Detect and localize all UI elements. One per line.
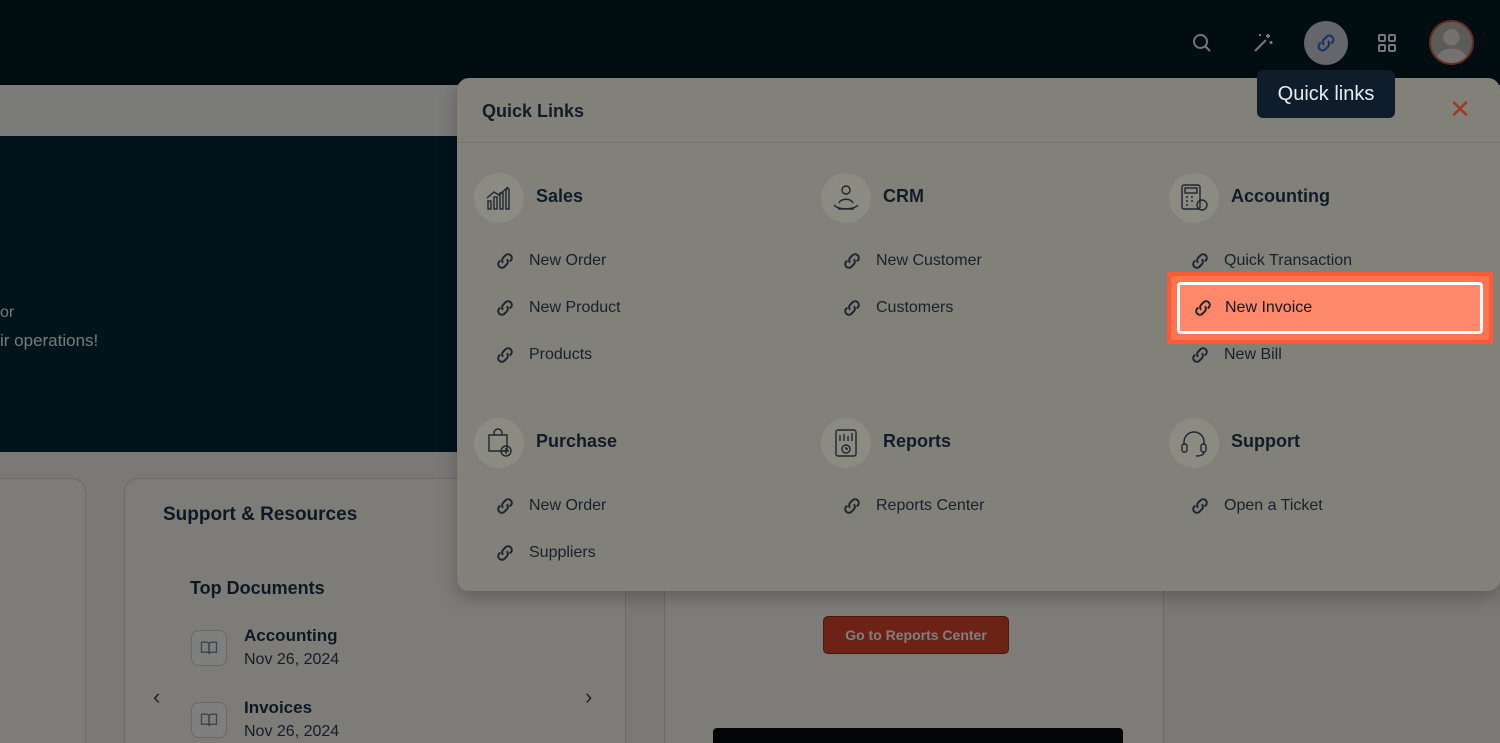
- link-icon: [1195, 300, 1211, 316]
- link-icon: [844, 300, 860, 316]
- quick-link-label: New Customer: [876, 252, 982, 269]
- welcome-banner: or ir operations!: [0, 136, 470, 452]
- quick-link-purchase-new-order[interactable]: New Order: [494, 490, 794, 522]
- quick-link-label: Quick Transaction: [1224, 252, 1353, 269]
- section-title: Sales: [536, 186, 584, 206]
- go-to-reports-center-button[interactable]: Go to Reports Center: [823, 616, 1009, 654]
- panel-title: Quick Links: [482, 101, 585, 121]
- chevron-right-icon[interactable]: ›: [585, 684, 592, 710]
- quick-links-tooltip: Quick links: [1257, 70, 1395, 118]
- top-documents-title: Top Documents: [190, 578, 325, 598]
- document-name: Accounting: [244, 626, 338, 645]
- link-icon: [1192, 253, 1208, 269]
- quick-links-button[interactable]: [1304, 21, 1348, 65]
- support-resources-title: Support & Resources: [163, 504, 358, 525]
- quick-link-customers[interactable]: Customers: [841, 292, 1141, 324]
- quick-link-label: New Order: [529, 497, 607, 514]
- link-icon: [497, 498, 513, 514]
- quick-link-label: New Invoice: [1225, 299, 1313, 316]
- section-title: Support: [1231, 431, 1300, 451]
- document-item[interactable]: Accounting Nov 26, 2024: [191, 626, 491, 676]
- book-icon: [191, 630, 227, 666]
- quick-link-label: New Order: [529, 252, 607, 269]
- grid-icon[interactable]: [1366, 22, 1408, 64]
- book-icon: [191, 702, 227, 738]
- left-card: [0, 478, 86, 743]
- magic-wand-icon[interactable]: [1242, 22, 1284, 64]
- link-icon: [844, 498, 860, 514]
- search-icon[interactable]: [1181, 22, 1223, 64]
- document-date: Nov 26, 2024: [244, 651, 340, 668]
- link-icon: [497, 545, 513, 561]
- quick-link-label: Suppliers: [529, 544, 596, 561]
- quick-link-label: New Product: [529, 299, 621, 316]
- quick-link-new-invoice[interactable]: New Invoice: [1167, 272, 1493, 344]
- crm-handshake-icon: [821, 173, 871, 223]
- reports-clipboard-icon: [821, 418, 871, 468]
- link-icon: [1192, 498, 1208, 514]
- link-icon: [844, 253, 860, 269]
- quick-link-reports-center[interactable]: Reports Center: [841, 490, 1141, 522]
- document-item[interactable]: Invoices Nov 26, 2024: [191, 698, 491, 743]
- link-icon: [497, 300, 513, 316]
- purchase-bag-icon: [474, 418, 524, 468]
- document-date: Nov 26, 2024: [244, 723, 340, 740]
- video-preview[interactable]: [713, 728, 1123, 743]
- quick-link-suppliers[interactable]: Suppliers: [494, 537, 794, 569]
- quick-link-open-a-ticket[interactable]: Open a Ticket: [1189, 490, 1489, 522]
- accounting-calculator-icon: [1169, 173, 1219, 223]
- quick-link-new-customer[interactable]: New Customer: [841, 245, 1141, 277]
- chevron-left-icon[interactable]: ‹: [153, 684, 160, 710]
- document-name: Invoices: [244, 698, 313, 717]
- section-title: CRM: [883, 186, 924, 206]
- quick-link-label: Customers: [876, 299, 954, 316]
- quick-link-label: Products: [529, 346, 593, 363]
- close-icon[interactable]: ✕: [1447, 96, 1473, 122]
- section-title: Reports: [883, 431, 952, 451]
- link-icon: [1192, 347, 1208, 363]
- sales-chart-icon: [474, 173, 524, 223]
- quick-link-label: New Bill: [1224, 346, 1282, 363]
- quick-link-label: Open a Ticket: [1224, 497, 1323, 514]
- section-title: Purchase: [536, 431, 618, 451]
- banner-text-line-2: ir operations!: [0, 331, 99, 350]
- section-title: Accounting: [1231, 186, 1330, 206]
- avatar[interactable]: [1429, 20, 1474, 65]
- quick-link-label: Reports Center: [876, 497, 985, 514]
- quick-link-products[interactable]: Products: [494, 339, 794, 371]
- banner-text-line-1: or: [0, 304, 15, 321]
- quick-link-new-product[interactable]: New Product: [494, 292, 794, 324]
- support-headset-icon: [1169, 418, 1219, 468]
- quick-link-new-order[interactable]: New Order: [494, 245, 794, 277]
- link-icon: [497, 347, 513, 363]
- link-icon: [497, 253, 513, 269]
